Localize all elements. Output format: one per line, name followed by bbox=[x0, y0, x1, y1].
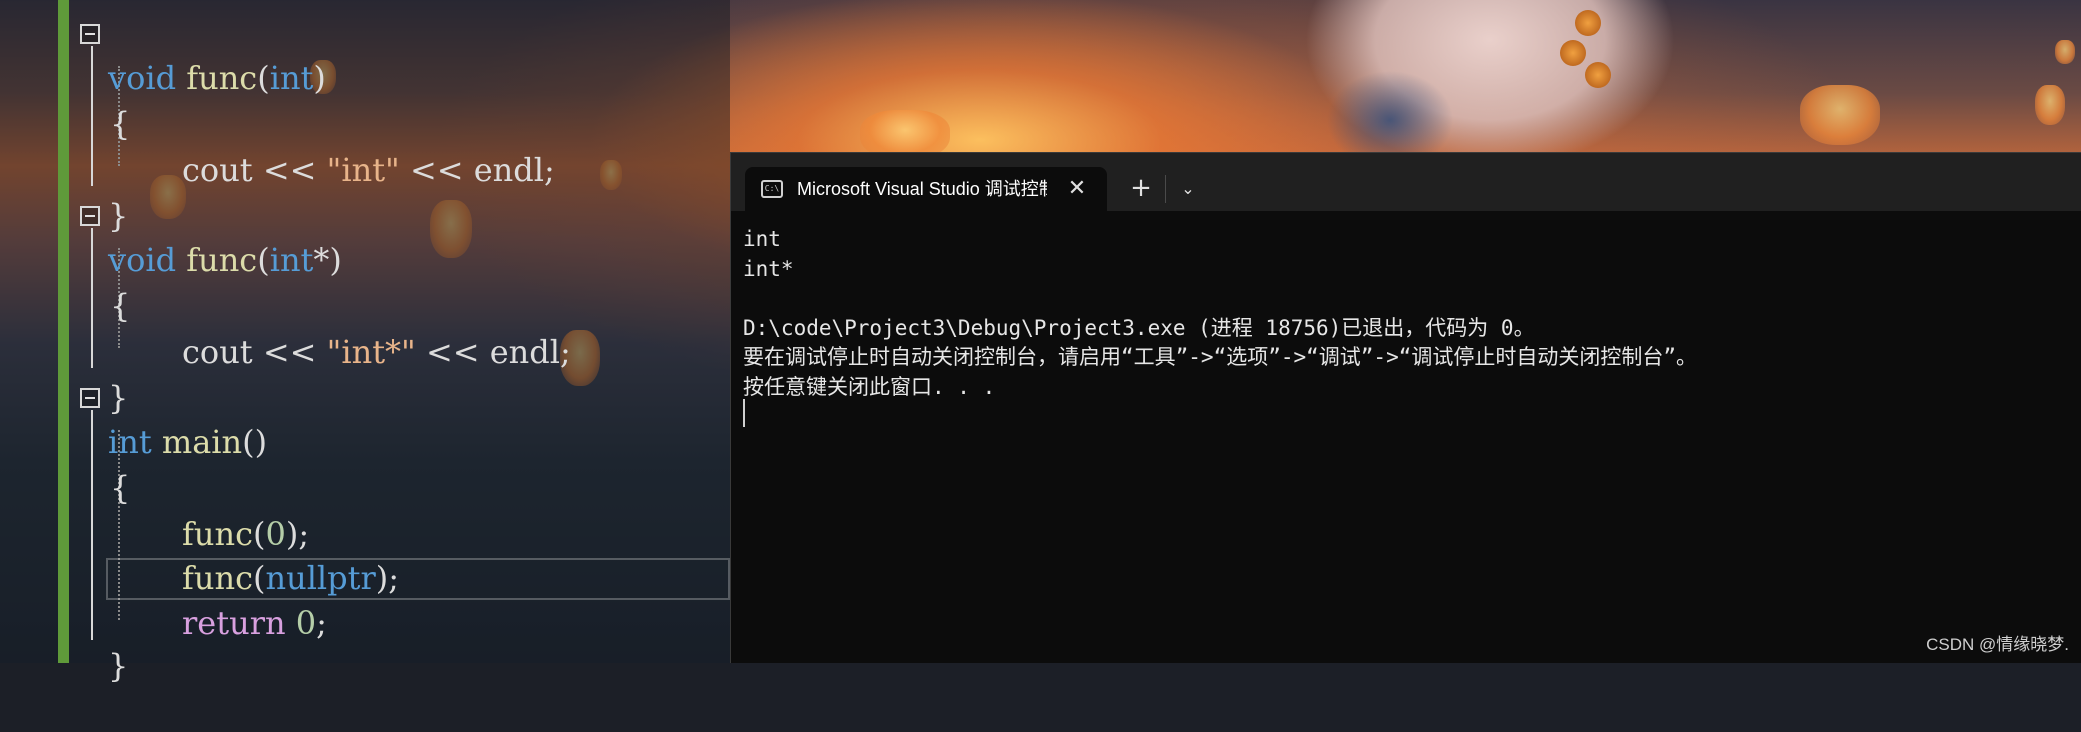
console-line: int* bbox=[743, 256, 794, 281]
code-line-11[interactable]: func(0); bbox=[0, 468, 730, 553]
code-line-5[interactable]: void func(int*) bbox=[0, 194, 730, 279]
wallpaper-lantern bbox=[1800, 85, 1880, 145]
console-line: 要在调试停止时自动关闭控制台，请启用“工具”->“选项”->“调试”->“调试停… bbox=[743, 345, 1697, 369]
console-line: 按任意键关闭此窗口. . . bbox=[743, 374, 996, 399]
chevron-down-icon[interactable]: ⌄ bbox=[1173, 171, 1203, 207]
terminal-window[interactable]: C:\ Microsoft Visual Studio 调试控制台 ✕ + ⌄ … bbox=[730, 152, 2081, 663]
text-cursor bbox=[743, 399, 745, 427]
watermark: CSDN @情缘晓梦. bbox=[1926, 635, 2069, 654]
code-line-7[interactable]: cout << "int*" << endl; bbox=[0, 286, 730, 371]
code-line-8[interactable]: } bbox=[0, 332, 730, 417]
code-line-2[interactable]: { bbox=[0, 58, 730, 143]
close-brace: } bbox=[108, 647, 129, 685]
close-icon[interactable]: ✕ bbox=[1063, 175, 1091, 203]
wallpaper-lantern bbox=[2035, 85, 2065, 125]
code-line-6[interactable]: { bbox=[0, 240, 730, 325]
new-tab-button[interactable]: + bbox=[1123, 171, 1159, 207]
code-line-14[interactable]: } bbox=[0, 600, 730, 685]
code-line-9[interactable]: int main() bbox=[0, 376, 730, 461]
code-line-12[interactable]: func(nullptr); bbox=[0, 512, 730, 597]
wallpaper-character bbox=[1290, 0, 1710, 160]
tab-separator bbox=[1165, 175, 1166, 203]
console-output[interactable]: int int* D:\code\Project3\Debug\Project3… bbox=[743, 225, 2073, 402]
wallpaper-lantern bbox=[2055, 40, 2075, 64]
code-editor[interactable]: void func(int) { cout << "int" << endl; … bbox=[0, 0, 730, 685]
code-line-10[interactable]: { bbox=[0, 422, 730, 507]
code-line-4[interactable]: } bbox=[0, 150, 730, 235]
code-line-3[interactable]: cout << "int" << endl; bbox=[0, 104, 730, 189]
wallpaper-hair-ornament bbox=[1575, 10, 1601, 36]
code-line-1[interactable]: void func(int) bbox=[0, 12, 730, 97]
console-icon: C:\ bbox=[761, 180, 783, 198]
wallpaper-hair-ornament bbox=[1560, 40, 1586, 66]
code-line-13[interactable]: return 0; bbox=[0, 557, 730, 642]
terminal-tab[interactable]: C:\ Microsoft Visual Studio 调试控制台 ✕ bbox=[745, 167, 1107, 211]
console-line: int bbox=[743, 227, 781, 251]
console-line: D:\code\Project3\Debug\Project3.exe (进程 … bbox=[743, 315, 1535, 340]
terminal-titlebar[interactable]: C:\ Microsoft Visual Studio 调试控制台 ✕ + ⌄ bbox=[731, 153, 2081, 211]
wallpaper-hair-ornament bbox=[1585, 62, 1611, 88]
tab-title: Microsoft Visual Studio 调试控制台 bbox=[797, 179, 1047, 199]
